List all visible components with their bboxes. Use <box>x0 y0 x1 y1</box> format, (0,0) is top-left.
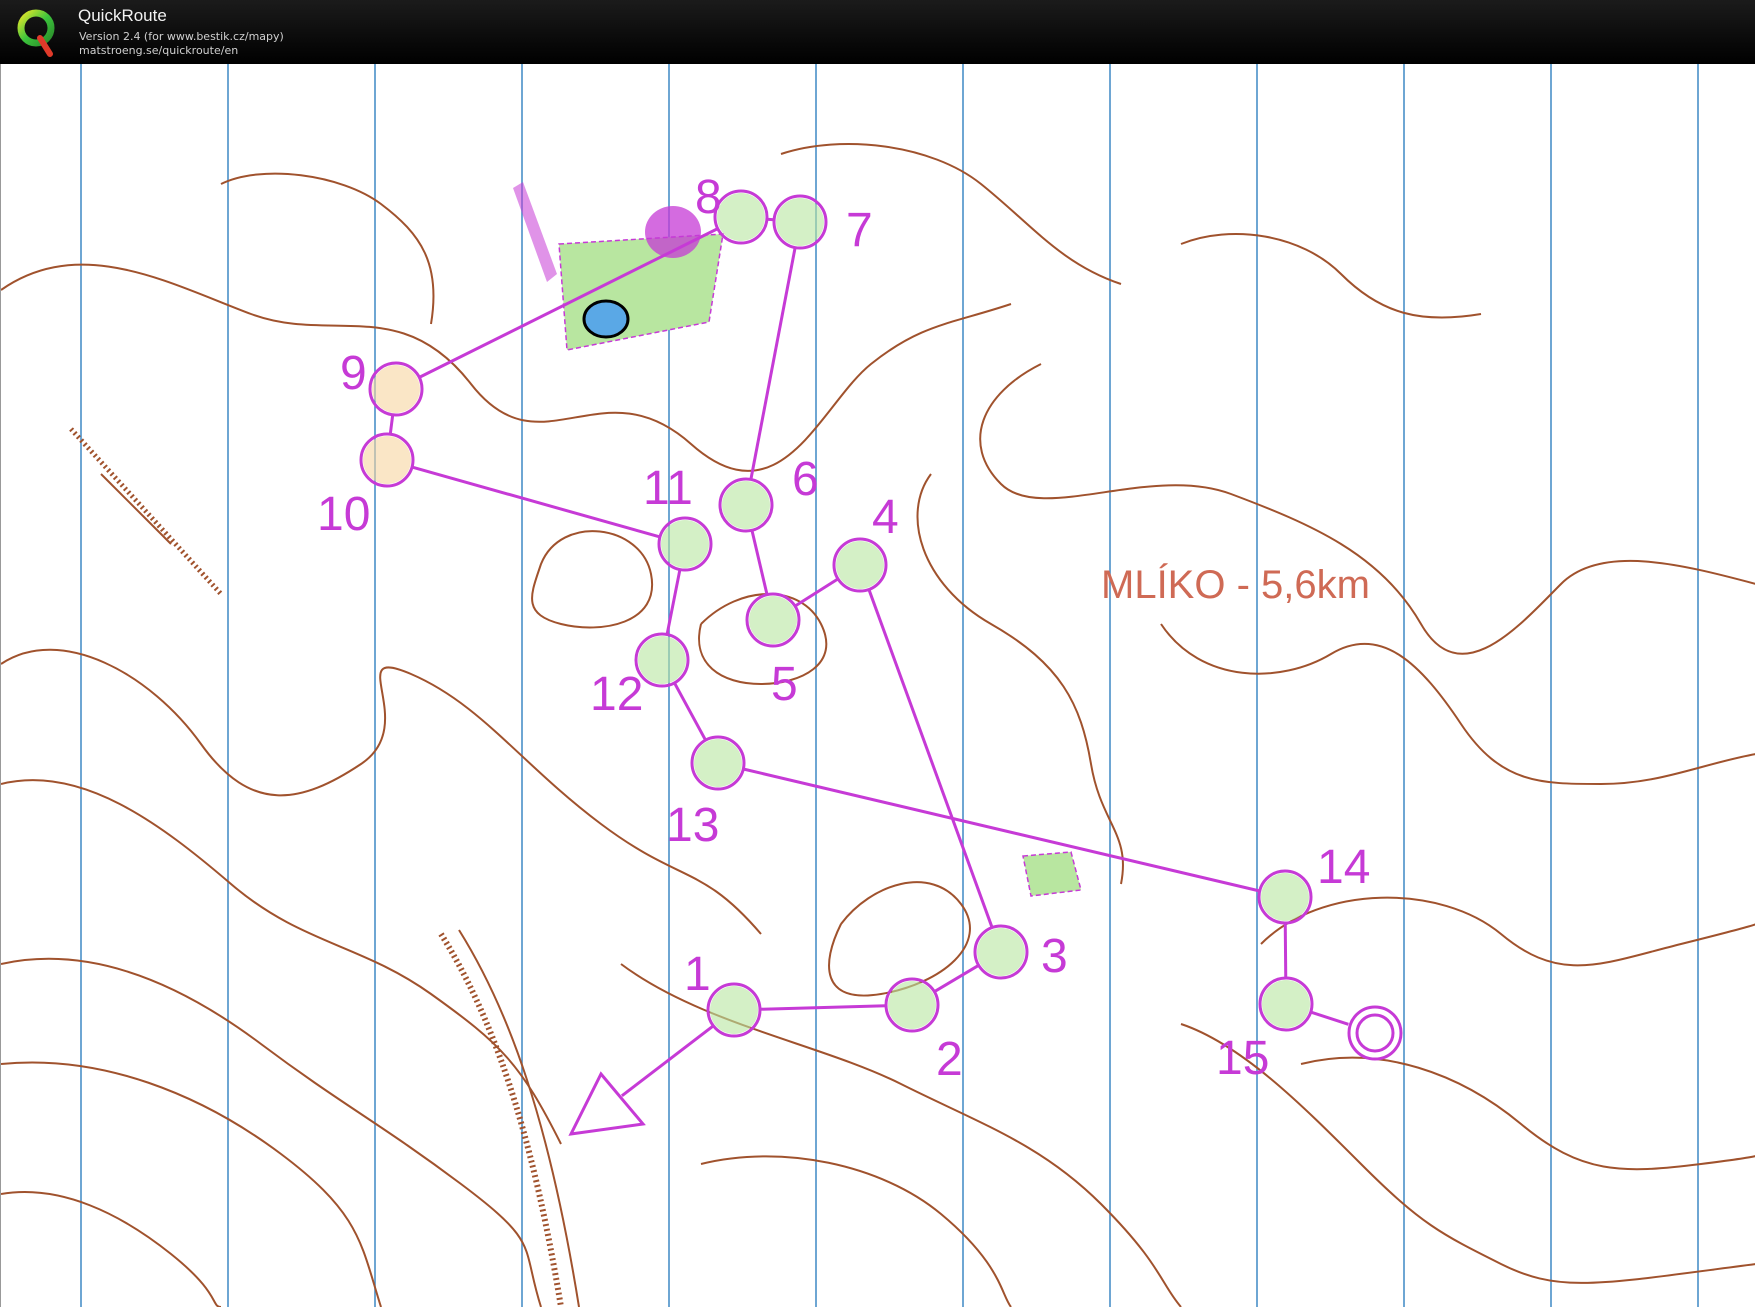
finish-circles[interactable] <box>1347 1005 1403 1061</box>
control-circles[interactable]: 12345678910 1112131415 <box>317 171 1370 1086</box>
control-number: 13 <box>666 799 719 852</box>
control-8[interactable]: 8 <box>695 171 769 245</box>
course-leg <box>411 465 661 539</box>
control-5[interactable]: 5 <box>745 592 801 711</box>
control-10[interactable]: 10 <box>317 432 415 541</box>
control-2[interactable]: 2 <box>884 977 963 1086</box>
control-number: 9 <box>340 347 367 400</box>
course-leg <box>620 1024 715 1098</box>
course-title: MLÍKO - 5,6km <box>1101 562 1370 607</box>
control-4[interactable]: 4 <box>832 491 899 593</box>
app-url: matstroeng.se/quickroute/en <box>79 44 239 57</box>
course-leg <box>388 414 395 435</box>
control-15[interactable]: 15 <box>1216 976 1314 1085</box>
course-leg <box>1310 1010 1349 1026</box>
orienteering-map[interactable]: 1 2 3 4 5 6 7 8 9 10 11 12 13 14 15 MLÍKO - 5,6km <box>0 64 1755 1308</box>
control-12[interactable]: 12 <box>590 632 690 721</box>
control-number: 2 <box>936 1033 963 1086</box>
north-lines <box>80 64 1699 1307</box>
control-number: 3 <box>1041 930 1068 983</box>
course-leg <box>1283 922 1288 979</box>
start-triangle[interactable] <box>568 1071 646 1136</box>
control-number: 1 <box>684 948 711 1001</box>
course-leg <box>750 529 769 596</box>
control-1[interactable]: 1 <box>684 948 762 1038</box>
control-6[interactable]: 6 <box>718 453 819 533</box>
control-number: 6 <box>792 453 819 506</box>
course-leg <box>933 964 980 993</box>
control-number: 14 <box>1317 841 1370 894</box>
title-bar: QuickRoute Version 2.4 (for www.bestik.c… <box>0 0 1755 64</box>
quickroute-q-logo-icon <box>17 9 55 57</box>
control-9[interactable]: 9 <box>340 347 424 417</box>
course-legs <box>388 217 1349 1098</box>
control-13[interactable]: 13 <box>666 735 746 852</box>
control-number: 8 <box>695 171 722 224</box>
map-canvas[interactable]: 12345678910 1112131415 MLÍKO - 5,6km <box>0 64 1755 1308</box>
contour-lines <box>0 143 1755 1308</box>
course-leg <box>867 588 994 929</box>
control-number: 4 <box>872 491 899 544</box>
control-number: 15 <box>1216 1032 1269 1085</box>
course-leg <box>742 767 1261 893</box>
course-leg <box>759 1004 887 1011</box>
control-11[interactable]: 11 <box>643 462 713 572</box>
control-number: 12 <box>590 668 643 721</box>
course-leg <box>749 247 797 480</box>
control-3[interactable]: 3 <box>973 924 1068 983</box>
railway-line <box>69 427 580 1308</box>
app-version: Version 2.4 (for www.bestik.cz/mapy) <box>79 30 284 43</box>
control-number: 10 <box>317 488 370 541</box>
control-number: 11 <box>643 462 693 515</box>
course-leg <box>673 682 707 741</box>
control-number: 7 <box>846 204 873 257</box>
app-title: QuickRoute <box>78 6 167 25</box>
control-7[interactable]: 7 <box>772 194 873 257</box>
control-number: 5 <box>771 658 798 711</box>
